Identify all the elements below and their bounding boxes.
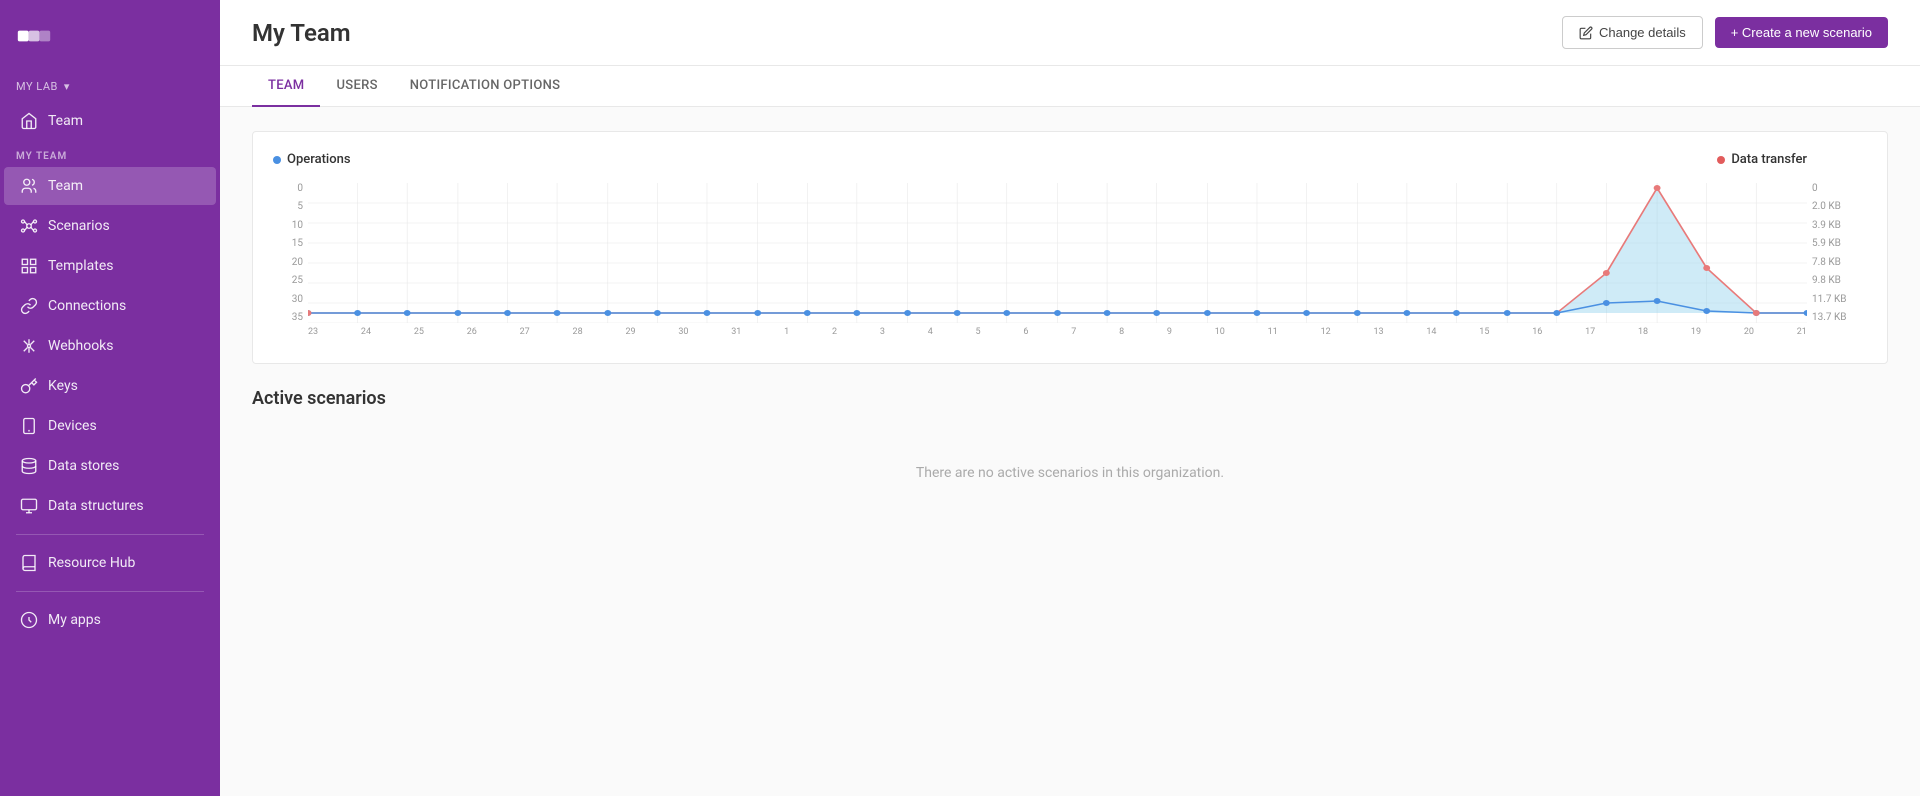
devices-icon [20,417,38,435]
my-lab-dropdown[interactable]: MY LAB ▾ [0,72,220,101]
tabs-bar: TEAM USERS NOTIFICATION OPTIONS [220,66,1920,107]
templates-icon [20,257,38,275]
sidebar-item-data-structures[interactable]: Data structures [4,487,216,525]
data-transfer-label: Data transfer [1731,152,1807,167]
scenarios-icon [20,217,38,235]
sidebar-item-keys[interactable]: Keys [4,367,216,405]
my-apps-label: My apps [48,612,101,628]
chevron-down-icon: ▾ [64,80,70,93]
create-scenario-button[interactable]: + Create a new scenario [1715,17,1888,48]
sidebar-item-organization[interactable]: Team [4,102,216,140]
webhooks-icon [20,337,38,355]
sidebar-item-templates[interactable]: Templates [4,247,216,285]
sidebar-item-resource-hub[interactable]: Resource Hub [4,544,216,582]
content-area: Operations Data transfer 35 30 25 20 15 … [220,107,1920,796]
tab-notification-options[interactable]: NOTIFICATION OPTIONS [394,66,577,107]
resource-hub-label: Resource Hub [48,555,135,571]
top-bar-actions: Change details + Create a new scenario [1562,16,1888,49]
my-lab-label: MY LAB [16,80,58,93]
chart-legend: Operations Data transfer [273,152,1867,167]
connections-icon [20,297,38,315]
data-structures-label: Data structures [48,498,144,514]
team-icon [20,177,38,195]
tab-team[interactable]: TEAM [252,66,320,107]
divider2 [16,591,204,592]
operations-label: Operations [287,152,351,167]
operations-legend: Operations [273,152,351,167]
team-label: Team [48,178,83,194]
sidebar-item-webhooks[interactable]: Webhooks [4,327,216,365]
data-transfer-dot [1717,156,1725,164]
data-stores-icon [20,457,38,475]
sidebar-item-data-stores[interactable]: Data stores [4,447,216,485]
chart-svg-area: 35 30 25 20 15 10 5 0 [273,183,1867,343]
tab-users[interactable]: USERS [320,66,393,107]
webhooks-label: Webhooks [48,338,114,354]
sidebar-item-connections[interactable]: Connections [4,287,216,325]
my-team-section: MY TEAM [0,141,220,166]
data-structures-icon [20,497,38,515]
connections-label: Connections [48,298,126,314]
chart-svg [308,183,1807,323]
keys-label: Keys [48,378,78,394]
sidebar-item-scenarios[interactable]: Scenarios [4,207,216,245]
edit-icon [1579,26,1593,40]
organization-label: Team [48,113,83,129]
templates-label: Templates [48,258,114,274]
data-stores-label: Data stores [48,458,119,474]
main-content: My Team Change details + Create a new sc… [220,0,1920,796]
sidebar-item-devices[interactable]: Devices [4,407,216,445]
active-scenarios-empty: There are no active scenarios in this or… [252,425,1888,521]
y-axis-right: 13.7 KB 11.7 KB 9.8 KB 7.8 KB 5.9 KB 3.9… [1812,183,1867,323]
keys-icon [20,377,38,395]
change-details-button[interactable]: Change details [1562,16,1703,49]
logo[interactable] [0,0,220,72]
top-bar: My Team Change details + Create a new sc… [220,0,1920,66]
active-scenarios-section: Active scenarios There are no active sce… [252,388,1888,521]
my-apps-icon [20,611,38,629]
resource-hub-icon [20,554,38,572]
usage-chart: Operations Data transfer 35 30 25 20 15 … [252,131,1888,364]
divider [16,534,204,535]
active-scenarios-title: Active scenarios [252,388,1888,409]
page-title: My Team [252,19,351,47]
sidebar: MY LAB ▾ Team MY TEAM Team [0,0,220,796]
sidebar-item-my-apps[interactable]: My apps [4,601,216,639]
y-axis-left: 35 30 25 20 15 10 5 0 [273,183,303,323]
x-axis-labels: 23 24 25 26 27 28 29 30 31 1 2 3 4 5 6 7 [308,327,1807,343]
data-transfer-legend: Data transfer [1717,152,1807,167]
scenarios-label: Scenarios [48,218,110,234]
home-icon [20,112,38,130]
chart-plot [308,183,1807,323]
operations-dot [273,156,281,164]
sidebar-item-team[interactable]: Team [4,167,216,205]
devices-label: Devices [48,418,97,434]
